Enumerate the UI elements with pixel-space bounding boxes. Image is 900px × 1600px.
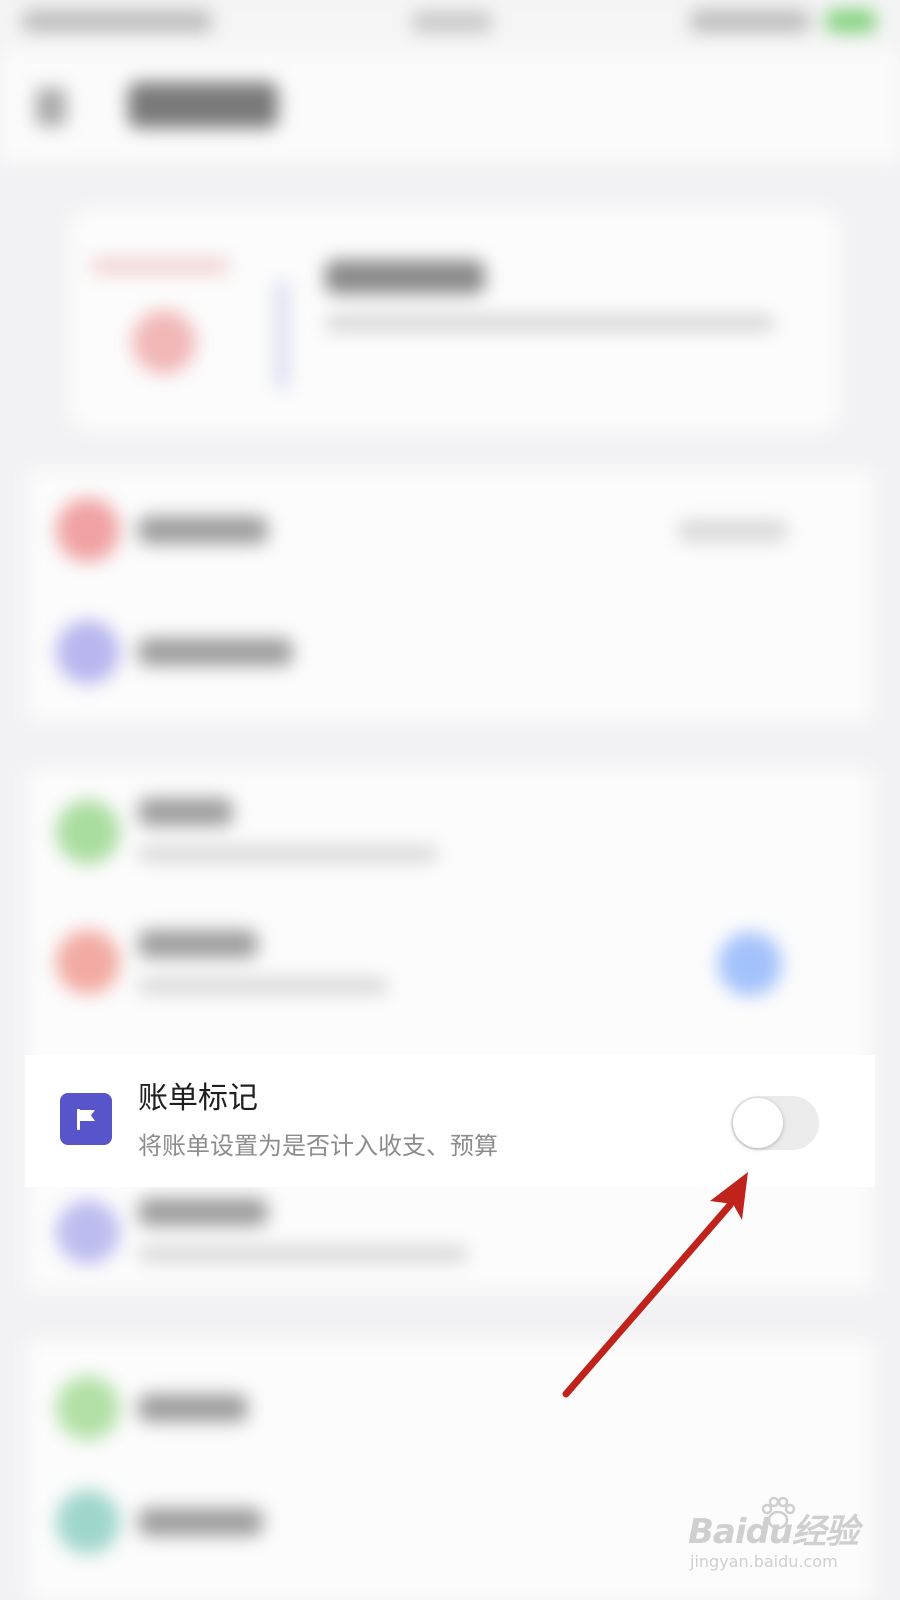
status-bar-center (412, 12, 492, 32)
settings-item-icon (56, 620, 120, 684)
flag-icon (60, 1093, 112, 1145)
summary-card-divider (275, 280, 289, 390)
bill-mark-title: 账单标记 (138, 1081, 258, 1116)
settings-item-icon (56, 1200, 120, 1264)
watermark-url: jingyan.baidu.com (690, 1552, 838, 1571)
settings-item-label (138, 1508, 263, 1536)
settings-item-icon (56, 800, 120, 864)
navigation-bar (0, 52, 900, 162)
settings-item-label (138, 1198, 268, 1226)
blurred-background (0, 0, 900, 1600)
settings-item-icon (56, 1490, 120, 1554)
summary-card-subtitle (325, 315, 775, 331)
summary-card (70, 210, 840, 430)
summary-card-bar (90, 258, 230, 274)
toggle-knob (733, 1098, 783, 1148)
settings-item-label (138, 516, 268, 544)
settings-item-label (138, 798, 233, 826)
settings-item-value (678, 520, 788, 542)
settings-item-icon (56, 1376, 120, 1440)
bill-mark-row: 账单标记 将账单设置为是否计入收支、预算 (25, 1055, 875, 1187)
back-arrow-icon[interactable] (36, 88, 66, 126)
page-title (128, 82, 278, 128)
settings-item-label (138, 1394, 248, 1422)
summary-card-icon (132, 310, 196, 374)
bill-mark-toggle[interactable] (731, 1096, 819, 1150)
settings-item-icon (56, 498, 120, 562)
baidu-jingyan-watermark: Baidu经验 jingyan.baidu.com (688, 1496, 859, 1590)
settings-item-description (138, 1246, 468, 1262)
settings-item-label (138, 930, 258, 958)
bill-mark-subtitle: 将账单设置为是否计入收支、预算 (138, 1132, 498, 1160)
settings-item-description (138, 846, 438, 862)
settings-item-toggle (718, 932, 782, 996)
settings-group-2 (28, 770, 872, 1290)
settings-group-1 (28, 470, 872, 720)
battery-icon (826, 10, 876, 32)
settings-item-label (138, 638, 293, 666)
status-bar (0, 0, 900, 52)
settings-item-description (138, 978, 388, 994)
watermark-logo: Baidu经验 (688, 1512, 859, 1552)
status-bar-left (22, 10, 212, 32)
settings-item-icon (56, 930, 120, 994)
status-bar-right (690, 10, 810, 32)
summary-card-title (325, 260, 485, 294)
